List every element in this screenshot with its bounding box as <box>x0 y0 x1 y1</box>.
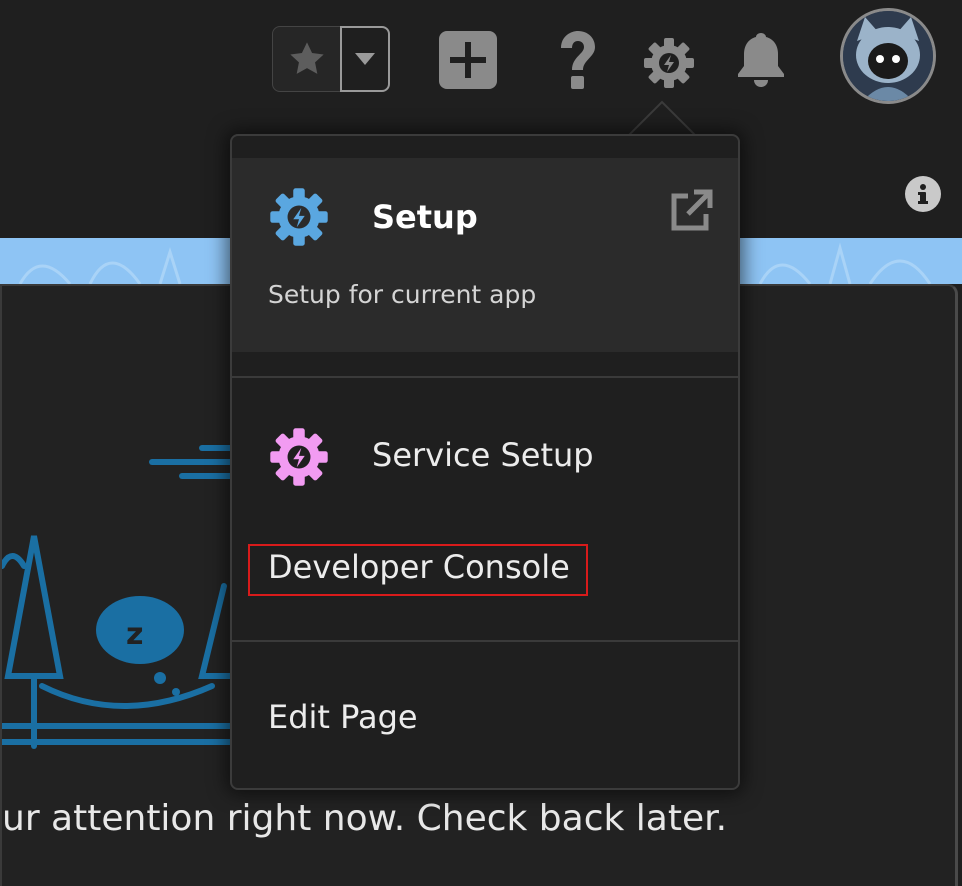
info-icon <box>918 184 928 204</box>
svg-text:z: z <box>126 617 143 652</box>
plus-icon <box>439 31 497 89</box>
setup-menu: Setup Setup for current app Service Setu… <box>230 134 740 790</box>
gear-icon <box>644 38 694 88</box>
menu-divider <box>232 640 738 642</box>
setup-gear-icon <box>270 188 328 246</box>
menu-item-service-setup[interactable]: Service Setup <box>232 416 738 500</box>
menu-divider <box>232 376 738 378</box>
bell-icon <box>738 33 784 87</box>
favorites-button[interactable] <box>272 26 342 92</box>
setup-gear-button[interactable] <box>640 34 698 92</box>
favorites-control <box>272 26 390 94</box>
service-setup-label: Service Setup <box>372 436 594 474</box>
empty-state-illustration: z <box>2 445 237 749</box>
menu-item-setup[interactable]: Setup Setup for current app <box>232 158 738 352</box>
notifications-button[interactable] <box>732 30 790 88</box>
favorites-dropdown-button[interactable] <box>340 26 390 92</box>
menu-item-developer-console[interactable]: Developer Console <box>268 548 570 586</box>
user-avatar-button[interactable] <box>840 8 936 104</box>
menu-caret <box>628 100 697 137</box>
question-icon <box>561 31 595 89</box>
star-icon <box>290 42 324 74</box>
setup-title: Setup <box>372 198 478 236</box>
info-button[interactable] <box>905 176 941 212</box>
chevron-down-icon <box>355 53 375 65</box>
setup-subtitle: Setup for current app <box>268 280 537 309</box>
open-new-window-icon[interactable] <box>668 188 714 234</box>
help-button[interactable] <box>552 28 602 94</box>
menu-item-edit-page[interactable]: Edit Page <box>268 698 418 736</box>
empty-state-message: ur attention right now. Check back later… <box>2 798 728 839</box>
service-setup-gear-icon <box>270 428 328 486</box>
global-actions-button[interactable] <box>438 30 498 90</box>
user-avatar-icon <box>843 11 933 101</box>
